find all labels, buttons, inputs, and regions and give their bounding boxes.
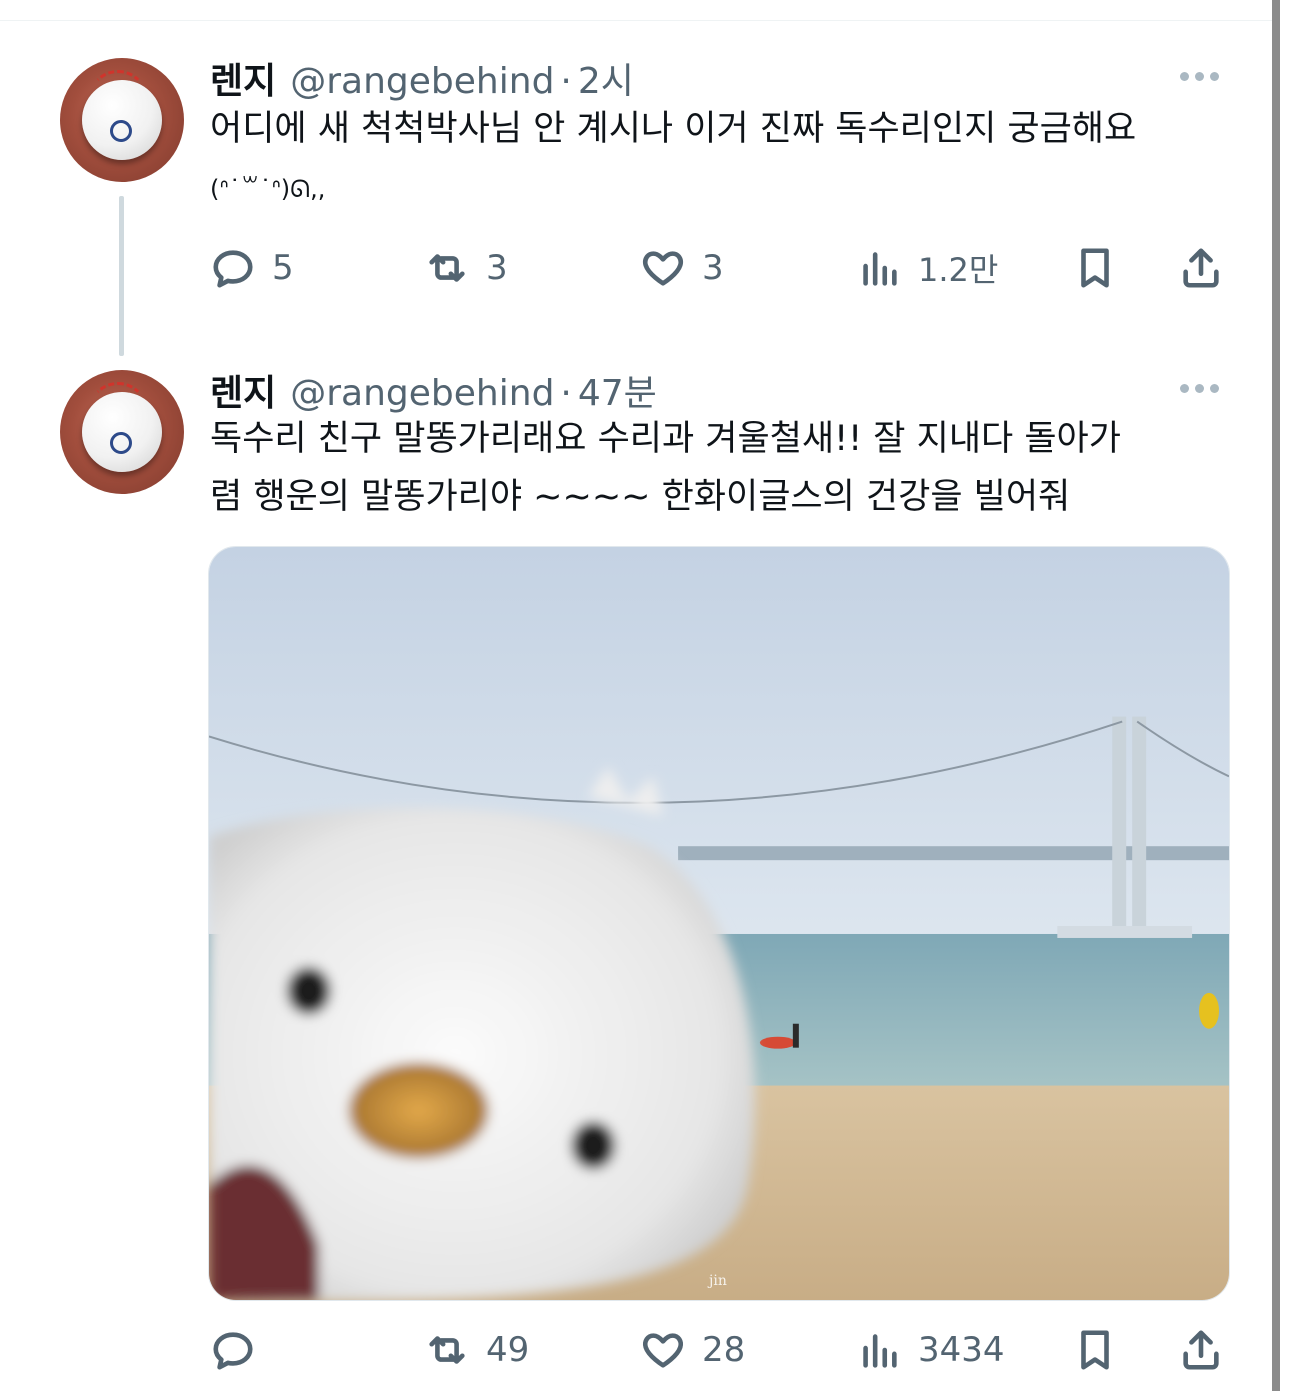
tweet-text: 독수리 친구 말똥가리래요 수리과 겨울철새!! 잘 지내다 돌아가 렴 행운의… xyxy=(210,410,1240,526)
beach-bridge-photo xyxy=(209,547,1229,1300)
avatar[interactable] xyxy=(60,370,184,494)
bookmark-button[interactable] xyxy=(1072,240,1118,296)
reply-button[interactable]: 5 xyxy=(210,240,294,296)
avatar[interactable] xyxy=(60,58,184,182)
tweet-header: 렌지 @rangebehind · 47분 xyxy=(210,364,657,416)
share-button[interactable] xyxy=(1178,1322,1224,1378)
like-button[interactable]: 3 xyxy=(640,240,724,296)
retweet-icon xyxy=(429,254,465,282)
thread-line xyxy=(119,196,124,356)
like-button[interactable]: 28 xyxy=(640,1322,745,1378)
views-icon xyxy=(863,252,897,286)
tweet-media-photo[interactable]: jin xyxy=(208,546,1230,1301)
retweet-button[interactable]: 3 xyxy=(424,240,508,296)
tweet-text-line: 독수리 친구 말똥가리래요 수리과 겨울철새!! 잘 지내다 돌아가 xyxy=(210,419,1121,459)
tweet-header: 렌지 @rangebehind · 2시 xyxy=(210,52,634,104)
views-count: 3434 xyxy=(918,1330,1005,1370)
tweet-text-line: (ᐢ˙꒳˙ᐢ)ᘏ,, xyxy=(210,175,326,203)
views-count: 1.2만 xyxy=(918,251,999,289)
user-handle[interactable]: @rangebehind xyxy=(290,61,554,102)
reply-count: 5 xyxy=(272,248,294,288)
tweet-text: 어디에 새 척척박사님 안 계시나 이거 진짜 독수리인지 궁금해요 (ᐢ˙꒳˙… xyxy=(210,100,1240,218)
timestamp[interactable]: 47분 xyxy=(578,364,657,416)
bookmark-icon xyxy=(1081,248,1109,288)
tweet-text-line: 렴 행운의 말똥가리야 ~~~~ 한화이글스의 건강을 빌어줘 xyxy=(210,477,1071,517)
share-button[interactable] xyxy=(1178,240,1224,296)
reply-icon xyxy=(213,250,253,288)
scrollbar[interactable] xyxy=(1272,0,1280,1391)
share-icon xyxy=(1183,1330,1219,1370)
retweet-count: 3 xyxy=(486,248,508,288)
timestamp[interactable]: 2시 xyxy=(578,52,634,104)
retweet-icon xyxy=(429,1336,465,1364)
bookmark-button[interactable] xyxy=(1072,1322,1118,1378)
display-name[interactable]: 렌지 xyxy=(210,364,276,416)
action-bar: 5 3 3 1.2만 xyxy=(210,240,1230,296)
top-divider xyxy=(0,20,1272,21)
more-icon[interactable] xyxy=(1180,378,1226,398)
separator-dot: · xyxy=(560,373,572,414)
separator-dot: · xyxy=(560,61,572,102)
views-icon xyxy=(863,1334,897,1368)
bookmark-icon xyxy=(1081,1330,1109,1370)
reply-button[interactable] xyxy=(210,1322,272,1378)
share-icon xyxy=(1183,248,1219,288)
views-button[interactable]: 3434 xyxy=(856,1322,1005,1378)
retweet-count: 49 xyxy=(486,1330,530,1370)
tweet-text-line: 어디에 새 척척박사님 안 계시나 이거 진짜 독수리인지 궁금해요 xyxy=(210,109,1137,149)
like-count: 3 xyxy=(702,248,724,288)
more-icon[interactable] xyxy=(1180,66,1226,86)
reply-icon xyxy=(213,1332,253,1370)
user-handle[interactable]: @rangebehind xyxy=(290,373,554,414)
like-count: 28 xyxy=(702,1330,746,1370)
views-button[interactable]: 1.2만 xyxy=(856,240,998,296)
retweet-button[interactable]: 49 xyxy=(424,1322,529,1378)
like-icon xyxy=(642,251,684,286)
display-name[interactable]: 렌지 xyxy=(210,52,276,104)
photo-watermark: jin xyxy=(709,1273,727,1289)
action-bar: 49 28 3434 xyxy=(210,1322,1230,1378)
like-icon xyxy=(642,1333,684,1368)
